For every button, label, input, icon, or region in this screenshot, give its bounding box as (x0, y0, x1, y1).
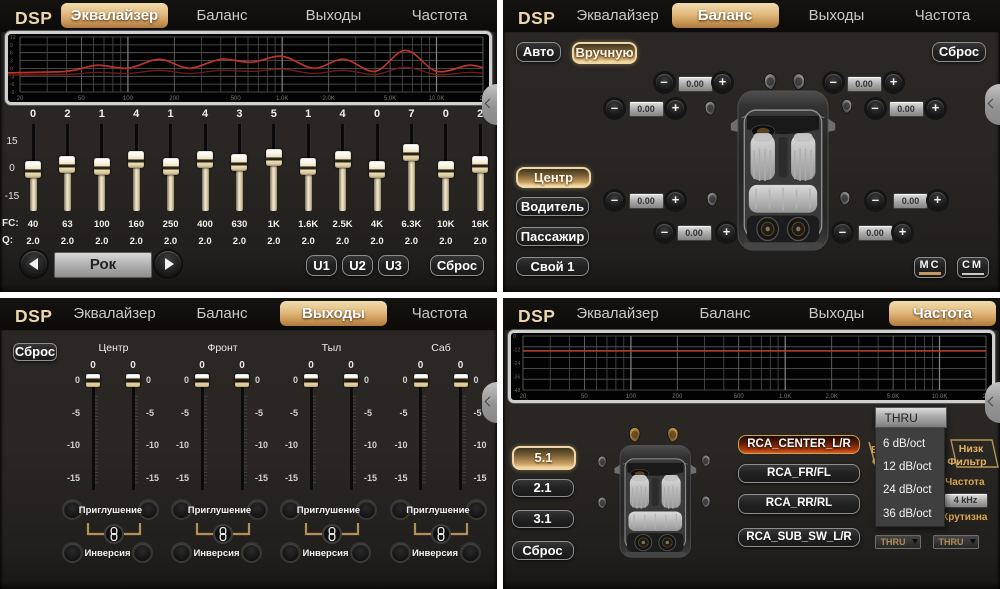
svg-text:2.0K: 2.0K (826, 394, 838, 400)
svg-text:10.0K: 10.0K (932, 394, 948, 400)
svg-text:-12: -12 (513, 348, 520, 354)
svg-text:50: 50 (78, 96, 85, 102)
svg-text:12: 12 (10, 35, 16, 41)
svg-text:200: 200 (169, 96, 180, 102)
svg-text:100: 100 (123, 96, 134, 102)
svg-text:-6: -6 (10, 82, 15, 88)
svg-text:1.0K: 1.0K (276, 96, 288, 102)
svg-text:0: 0 (10, 66, 13, 72)
svg-text:5.0K: 5.0K (887, 394, 899, 400)
svg-text:5.0K: 5.0K (384, 96, 396, 102)
svg-text:6: 6 (10, 51, 13, 57)
svg-text:500: 500 (231, 96, 242, 102)
svg-text:20: 20 (17, 96, 24, 102)
svg-text:1.0K: 1.0K (779, 394, 791, 400)
svg-text:20: 20 (520, 394, 527, 400)
svg-text:2.0K: 2.0K (323, 96, 335, 102)
svg-text:50: 50 (581, 394, 588, 400)
svg-text:-36: -36 (513, 375, 520, 381)
svg-text:-9: -9 (10, 90, 15, 96)
svg-text:9: 9 (10, 43, 13, 49)
svg-text:-24: -24 (513, 361, 520, 367)
svg-text:10.0K: 10.0K (429, 96, 445, 102)
svg-text:200: 200 (672, 394, 683, 400)
svg-text:500: 500 (734, 394, 745, 400)
svg-text:100: 100 (626, 394, 637, 400)
svg-text:0: 0 (513, 334, 516, 340)
svg-text:3: 3 (10, 59, 13, 65)
